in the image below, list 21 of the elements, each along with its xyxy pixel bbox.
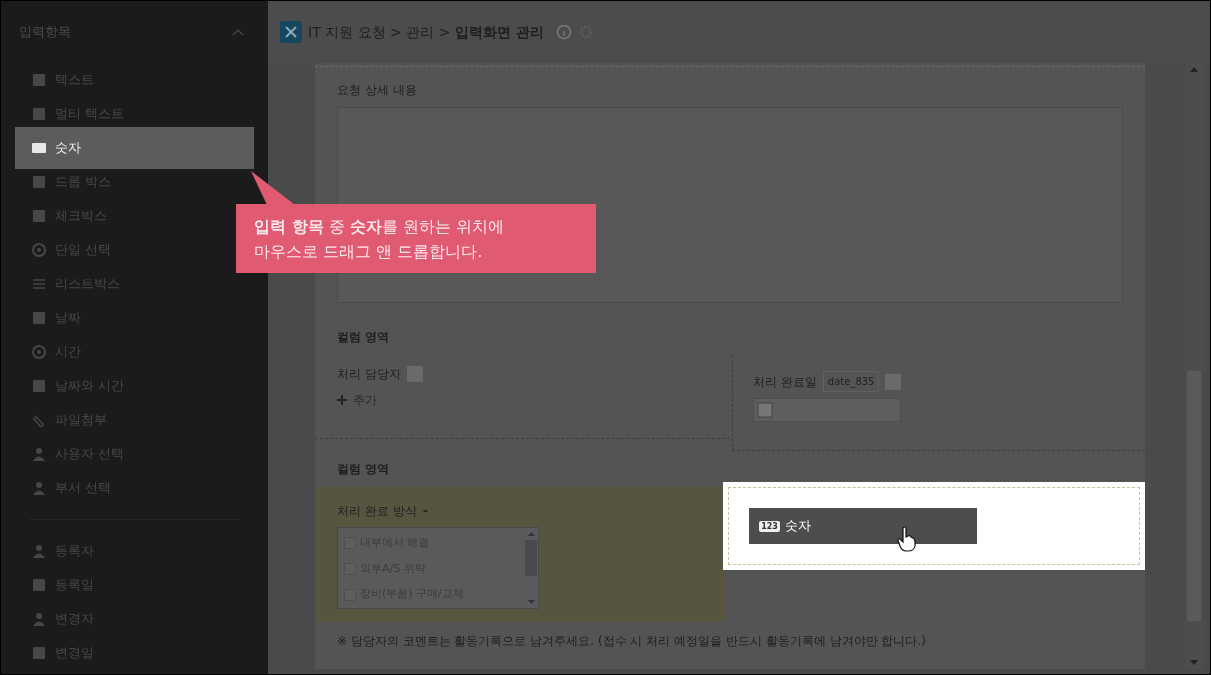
sidebar-item[interactable]: 숫자 — [15, 127, 254, 169]
tooltip-text: 입력 항목 중 숫자를 원하는 위치에 마우스로 드래그 앤 드롭합니다. — [254, 215, 504, 263]
info-icon[interactable] — [555, 24, 572, 40]
chevron-up-icon — [232, 28, 244, 36]
scroll-up-icon[interactable] — [1190, 67, 1198, 72]
scroll-down-icon[interactable] — [527, 599, 535, 604]
tools-icon — [280, 21, 302, 43]
required-mark: - — [422, 502, 429, 520]
user-icon — [31, 446, 47, 462]
clock-icon — [31, 344, 47, 360]
date-input[interactable] — [753, 398, 901, 422]
user-icon — [31, 543, 47, 559]
scroll-down-icon[interactable] — [1190, 660, 1198, 665]
radio-icon — [31, 242, 47, 258]
plus-icon[interactable] — [337, 395, 347, 405]
scroll-up-icon[interactable] — [527, 531, 535, 536]
hand-cursor-icon — [897, 526, 918, 552]
list-icon — [31, 276, 47, 292]
drag-item-label: 숫자 — [784, 517, 811, 536]
number-badge: 123 — [759, 520, 780, 532]
paperclip-icon — [31, 412, 47, 428]
